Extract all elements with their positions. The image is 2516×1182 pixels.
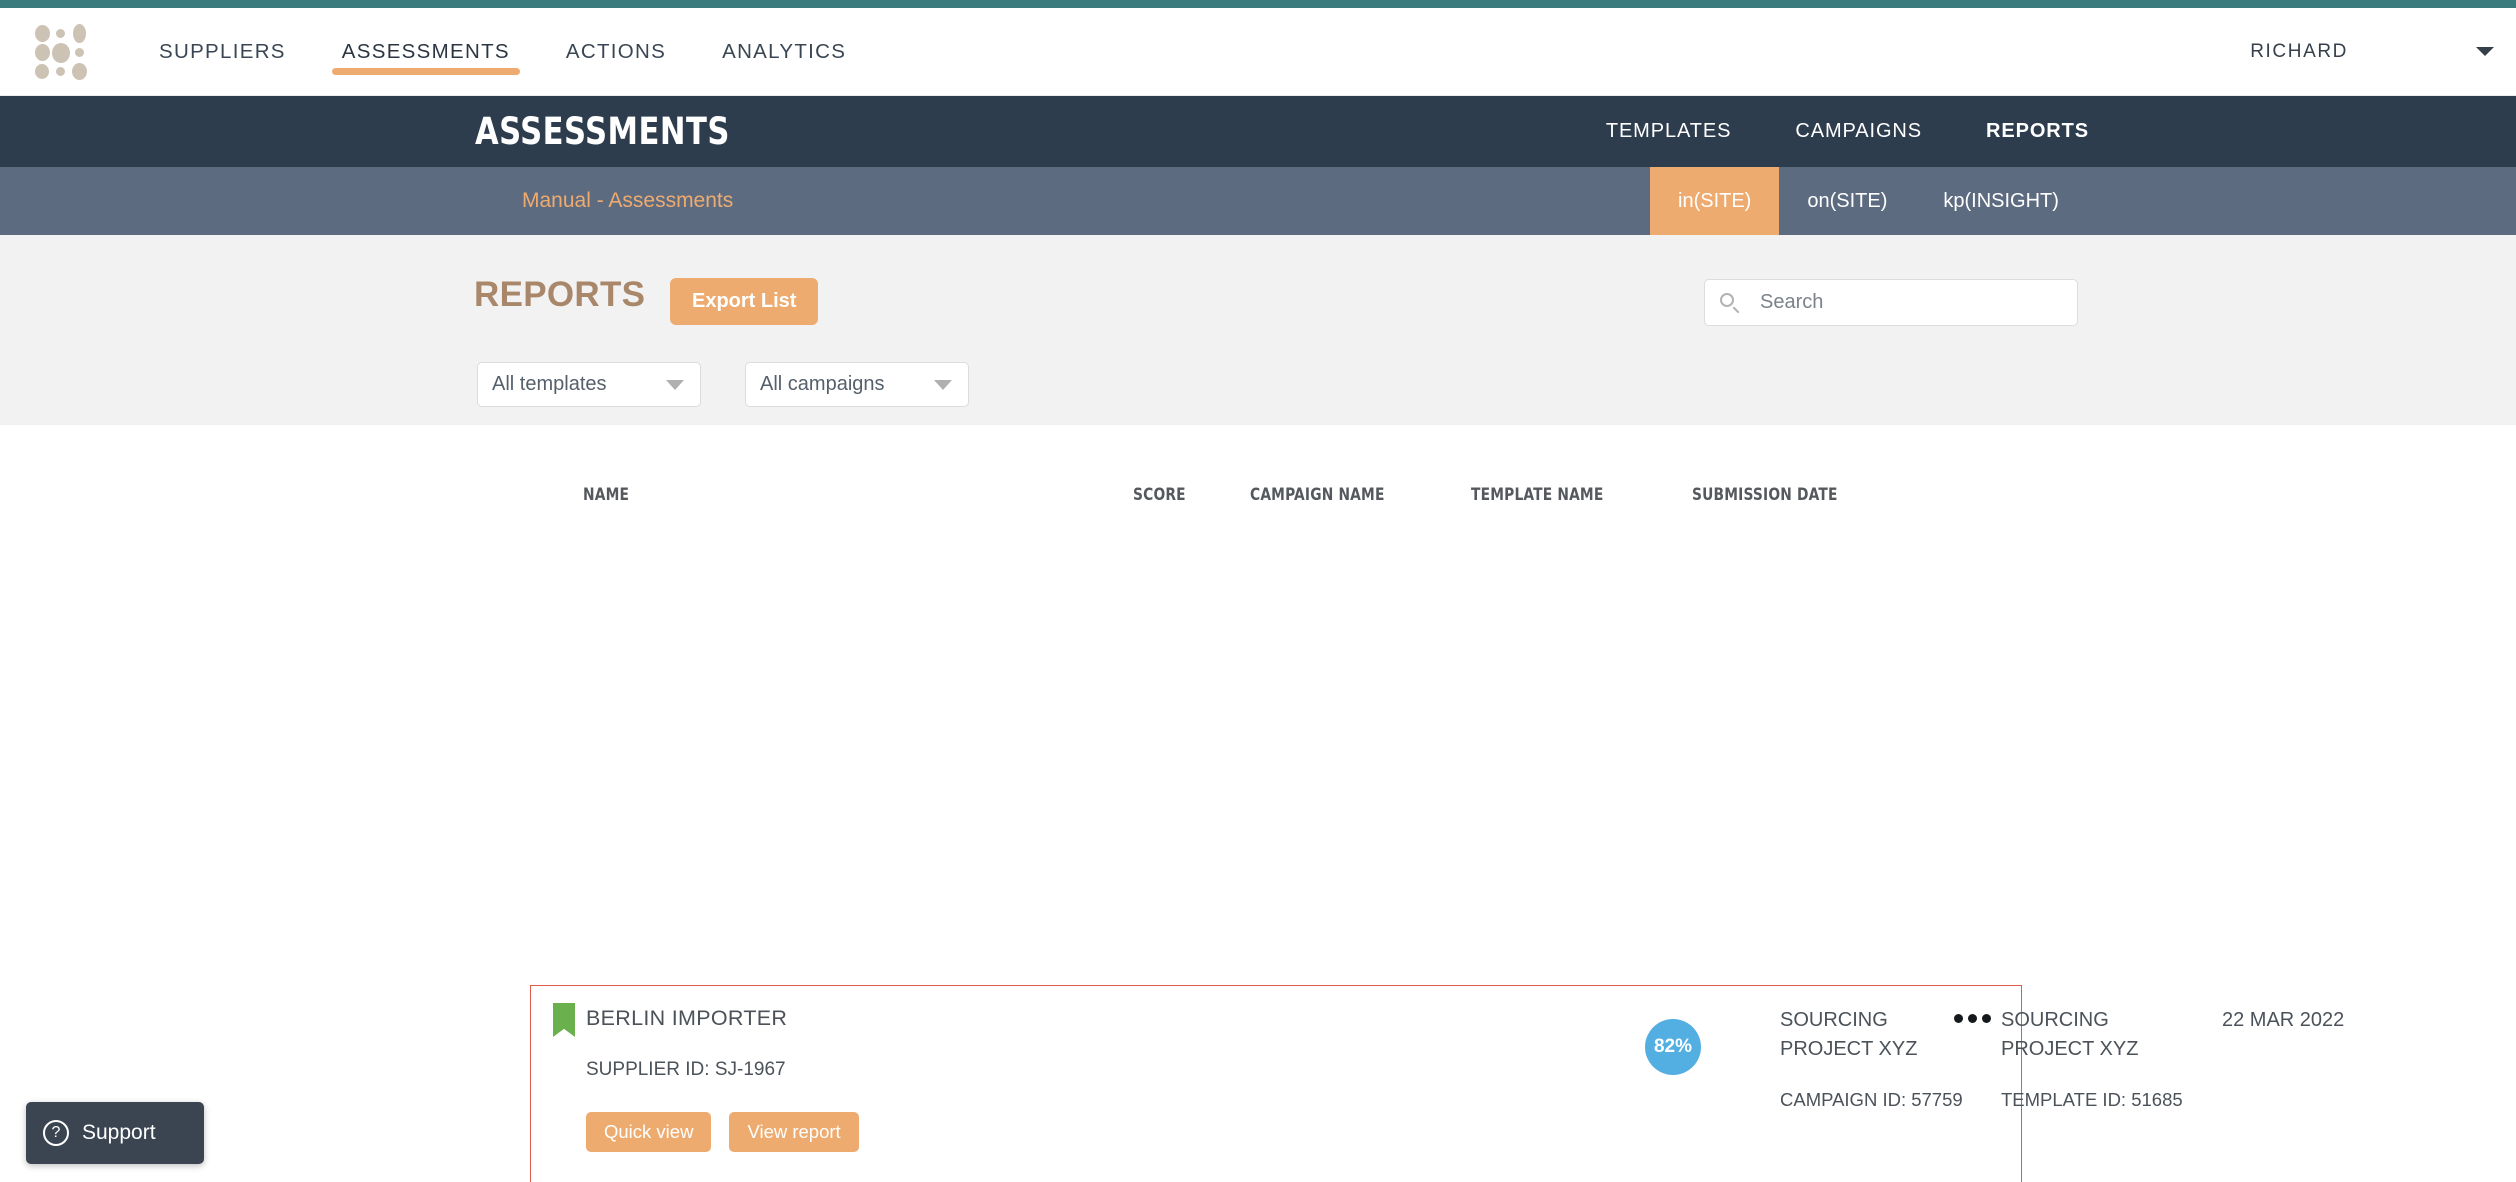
sub-navigation-bar: Manual - Assessments in(SITE) on(SITE) k… [0,167,2516,235]
search-bar[interactable] [1704,279,2078,326]
tab-templates[interactable]: TEMPLATES [1574,120,1764,143]
campaign-name: SOURCING PROJECT XYZ [1780,1009,1918,1060]
sub-tabs: in(SITE) on(SITE) kp(INSIGHT) [1650,167,2087,235]
date-column: 22 MAR 2022 [2222,1006,2442,1035]
tab-reports[interactable]: REPORTS [1954,120,2121,143]
supplier-name: BERLIN IMPORTER [586,1006,788,1030]
tab-campaigns[interactable]: CAMPAIGNS [1763,120,1954,143]
column-header-date: SUBMISSION DATE [1692,485,1838,504]
section-header: ASSESSMENTS TEMPLATES CAMPAIGNS REPORTS [0,96,2516,167]
nav-item-label: ACTIONS [565,39,667,63]
top-navigation-bar: SUPPLIERS ASSESSMENTS ACTIONS ANALYTICS … [0,8,2516,96]
nav-active-underline [331,68,520,75]
campaign-column: SOURCING PROJECT XYZ CAMPAIGN ID: 57759 [1780,1006,1980,1111]
nav-item-actions[interactable]: ACTIONS [538,8,694,95]
column-header-template: TEMPLATE NAME [1471,485,1604,504]
support-label: Support [82,1121,156,1144]
dot-grid-logo[interactable] [33,23,89,80]
column-header-score: SCORE [1133,485,1186,504]
template-id: TEMPLATE ID: 51685 [2001,1089,2183,1110]
nav-item-label: ASSESSMENTS [341,39,510,63]
filter-group: All templates All campaigns [477,362,969,407]
search-input[interactable] [1760,291,2050,314]
campaigns-filter-select[interactable]: All campaigns [745,362,969,407]
top-nav-items: SUPPLIERS ASSESSMENTS ACTIONS ANALYTICS [131,8,874,95]
table-header: NAME SCORE CAMPAIGN NAME TEMPLATE NAME S… [0,485,2516,525]
support-button[interactable]: ? Support [26,1102,204,1164]
score-badge: 82% [1645,1019,1701,1075]
campaigns-filter-label: All campaigns [760,373,885,395]
nav-item-assessments[interactable]: ASSESSMENTS [314,8,538,95]
nav-item-label: ANALYTICS [722,39,847,63]
column-header-campaign: CAMPAIGN NAME [1250,485,1385,504]
submission-date: 22 MAR 2022 [2222,1009,2345,1031]
subtab-kpinsight[interactable]: kp(INSIGHT) [1915,167,2087,235]
subtab-insite[interactable]: in(SITE) [1650,167,1780,235]
column-header-name: NAME [583,485,630,504]
template-name: SOURCING PROJECT XYZ [2001,1009,2139,1060]
chevron-down-icon [666,379,684,390]
view-report-button[interactable]: View report [729,1112,859,1152]
section-title: ASSESSMENTS [475,110,730,153]
templates-filter-label: All templates [492,373,607,395]
export-list-button[interactable]: Export List [670,278,819,325]
template-column: SOURCING PROJECT XYZ TEMPLATE ID: 51685 [2001,1006,2201,1111]
user-menu[interactable]: RICHARD [2250,8,2516,95]
ellipsis-icon[interactable] [1954,1014,1991,1023]
row-actions: Quick view View report [586,1112,859,1152]
reports-toolbar: REPORTS Export List [0,235,2516,425]
templates-filter-select[interactable]: All templates [477,362,701,407]
subtab-onsite[interactable]: on(SITE) [1779,167,1915,235]
quick-view-button[interactable]: Quick view [586,1112,712,1152]
chevron-down-icon[interactable] [2476,47,2494,56]
user-name-label: RICHARD [2250,40,2348,62]
nav-item-suppliers[interactable]: SUPPLIERS [131,8,314,95]
breadcrumb[interactable]: Manual - Assessments [522,189,733,213]
row-summary: BERLIN IMPORTER SUPPLIER ID: SJ-1967 Qui… [531,986,2344,1176]
search-icon [1719,292,1741,314]
chevron-down-icon [934,379,952,390]
campaign-id: CAMPAIGN ID: 57759 [1780,1089,1963,1110]
app-root: SUPPLIERS ASSESSMENTS ACTIONS ANALYTICS … [0,0,2516,1182]
nav-item-analytics[interactable]: ANALYTICS [694,8,874,95]
section-tabs: TEMPLATES CAMPAIGNS REPORTS [1574,96,2121,167]
table-row[interactable]: BERLIN IMPORTER SUPPLIER ID: SJ-1967 Qui… [530,985,2344,1182]
supplier-id: SUPPLIER ID: SJ-1967 [586,1059,786,1080]
page-title: REPORTS [474,275,646,314]
bookmark-icon [553,1003,575,1037]
top-accent-strip [0,0,2516,8]
question-mark-icon: ? [43,1120,69,1146]
nav-item-label: SUPPLIERS [159,39,286,63]
